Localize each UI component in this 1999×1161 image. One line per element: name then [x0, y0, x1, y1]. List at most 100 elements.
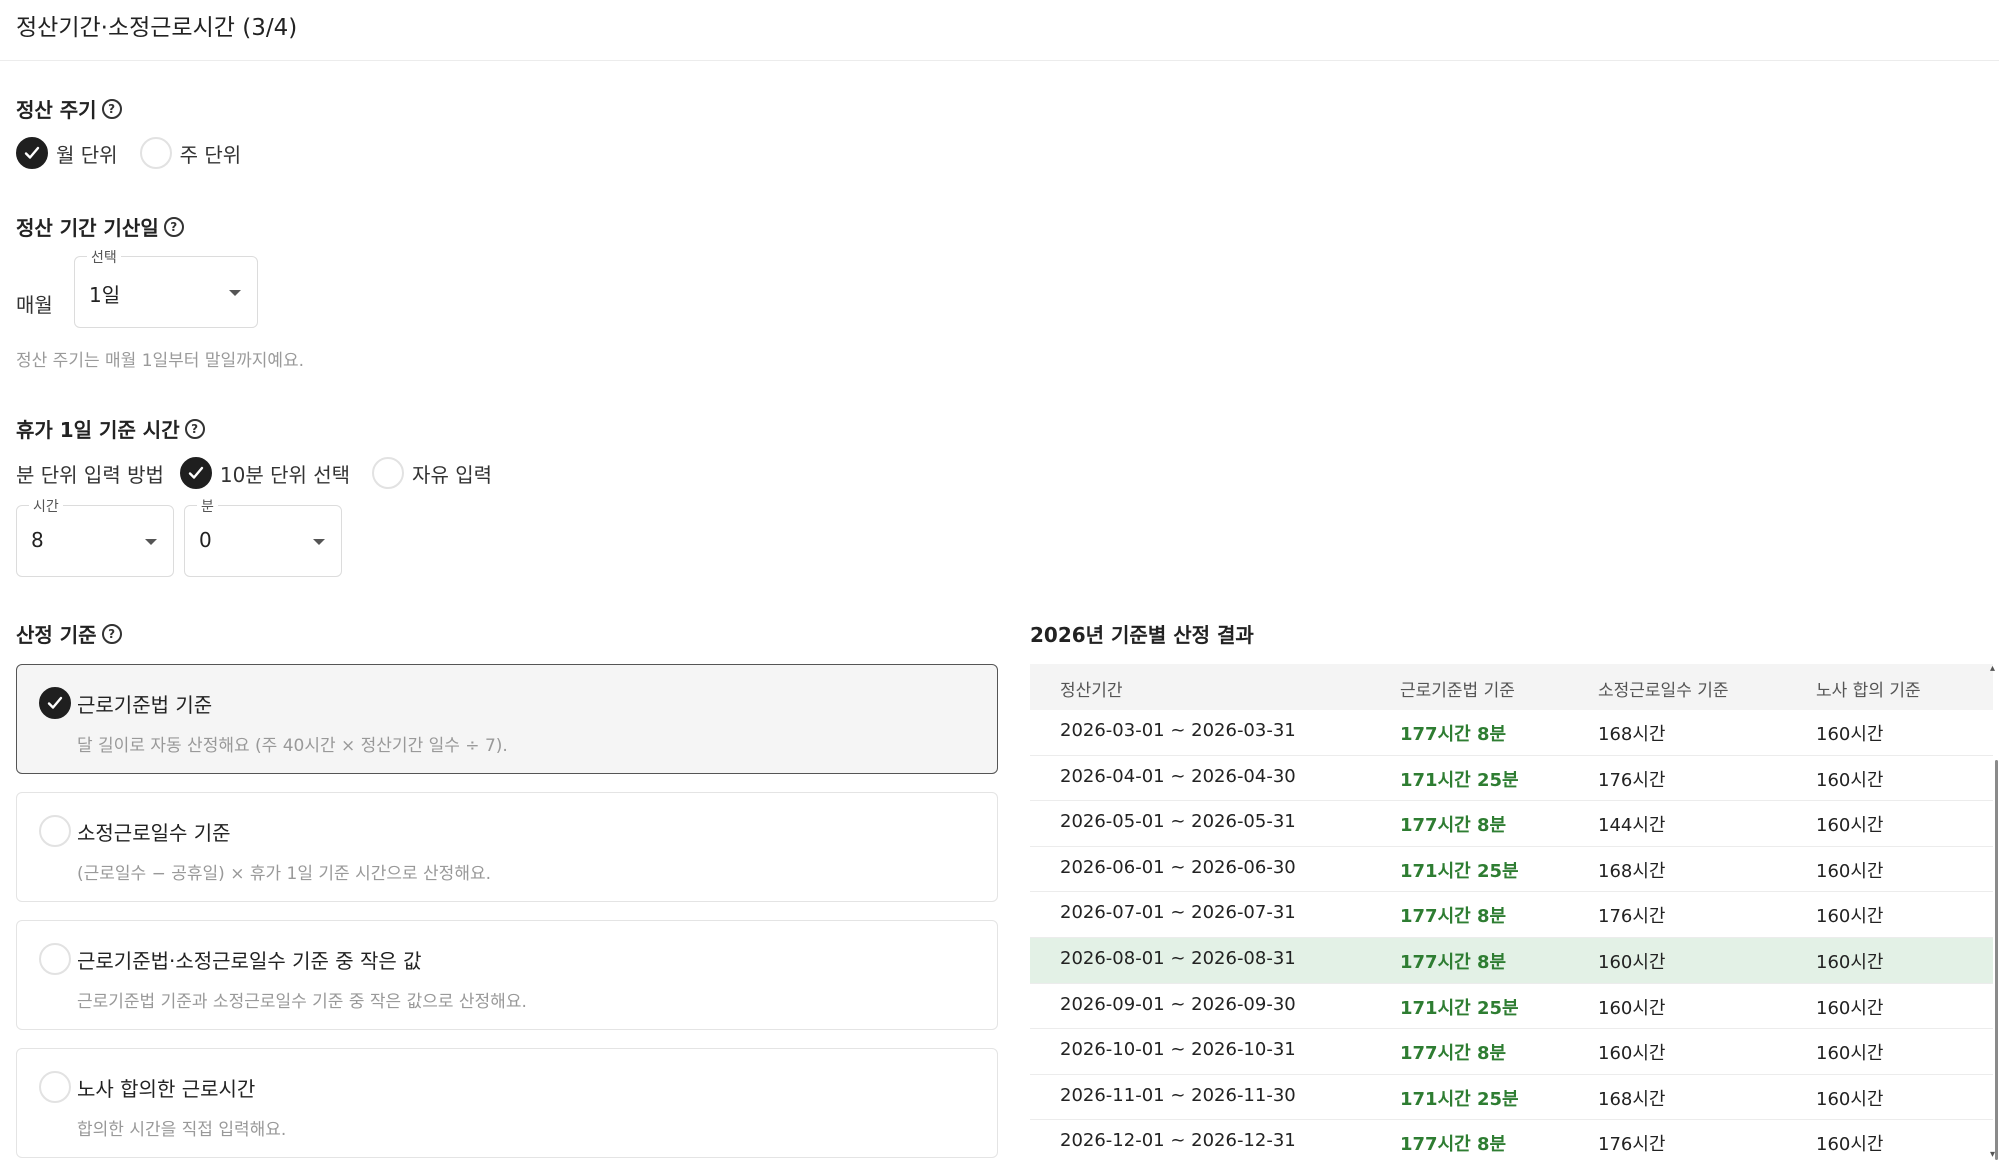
check-icon: [24, 146, 40, 159]
radio-free-input[interactable]: [372, 457, 405, 489]
settlement-cycle-title: 정산 주기 ?: [16, 94, 122, 123]
hour-select-value: 8: [31, 528, 44, 552]
cell-workdays: 176시간: [1598, 1134, 1666, 1156]
calc-option-min-value[interactable]: 근로기준법·소정근로일수 기준 중 작은 값 근로기준법 기준과 소정근로일수 …: [16, 920, 998, 1030]
calc-option-desc: 달 길이로 자동 산정해요 (주 40시간 × 정산기간 일수 ÷ 7).: [77, 736, 508, 756]
page-header: 정산기간·소정근로시간 (3/4): [0, 0, 1999, 61]
cell-labor-law: 177시간 8분: [1400, 1043, 1507, 1065]
cell-labor-law: 177시간 8분: [1400, 1134, 1507, 1156]
cell-period: 2026-06-01 ~ 2026-06-30: [1060, 856, 1296, 878]
radio-monthly[interactable]: [16, 137, 48, 169]
cell-agreement: 160시간: [1816, 906, 1884, 928]
results-title: 2026년 기준별 산정 결과: [1030, 623, 1254, 647]
table-row-highlighted: 2026-08-01 ~ 2026-08-31 177시간 8분 160시간 1…: [1030, 937, 1993, 984]
cell-workdays: 176시간: [1598, 906, 1666, 928]
cell-period: 2026-07-01 ~ 2026-07-31: [1060, 902, 1296, 924]
start-day-title-text: 정산 기간 기산일: [16, 216, 159, 240]
table-row: 2026-10-01 ~ 2026-10-31 177시간 8분 160시간 1…: [1030, 1029, 1993, 1075]
column-header: 노사 합의 기준: [1816, 681, 1921, 701]
table-row: 2026-11-01 ~ 2026-11-30 171시간 25분 168시간 …: [1030, 1075, 1993, 1121]
check-icon: [47, 696, 63, 709]
calc-basis-title-text: 산정 기준: [16, 623, 97, 647]
cell-labor-law: 171시간 25분: [1400, 769, 1519, 791]
caret-down-icon: [313, 539, 325, 545]
table-row: 2026-05-01 ~ 2026-05-31 177시간 8분 144시간 1…: [1030, 801, 1993, 847]
cell-period: 2026-10-01 ~ 2026-10-31: [1060, 1039, 1296, 1061]
start-day-prefix: 매월: [16, 293, 53, 317]
cell-agreement: 160시간: [1816, 724, 1884, 745]
help-icon[interactable]: ?: [184, 418, 205, 439]
calc-basis-title: 산정 기준 ?: [16, 619, 122, 648]
help-icon[interactable]: ?: [101, 623, 122, 644]
calc-option-title: 근로기준법 기준: [77, 693, 213, 717]
minute-select-value: 0: [199, 528, 212, 552]
scroll-down-icon[interactable]: ▾: [1990, 1150, 1999, 1160]
start-day-title: 정산 기간 기산일 ?: [16, 212, 184, 241]
table-row: 2026-03-01 ~ 2026-03-31 177시간 8분 168시간 1…: [1030, 710, 1993, 756]
help-icon[interactable]: ?: [101, 98, 122, 119]
cell-period: 2026-09-01 ~ 2026-09-30: [1060, 993, 1296, 1015]
cell-agreement: 160시간: [1816, 1134, 1884, 1156]
radio-monthly-label[interactable]: 월 단위: [56, 139, 118, 168]
cell-agreement: 160시간: [1816, 860, 1884, 882]
hour-select[interactable]: 시간 8: [16, 496, 174, 577]
cell-period: 2026-12-01 ~ 2026-12-31: [1060, 1130, 1296, 1152]
scroll-up-icon[interactable]: ▴: [1990, 664, 1999, 674]
help-icon[interactable]: ?: [163, 216, 184, 237]
cell-labor-law: 177시간 8분: [1400, 906, 1507, 928]
cell-workdays: 176시간: [1598, 769, 1666, 791]
cell-workdays: 160시간: [1598, 997, 1666, 1019]
cell-labor-law: 171시간 25분: [1400, 997, 1519, 1019]
cell-agreement: 160시간: [1816, 1043, 1884, 1065]
calc-option-agreement[interactable]: 노사 합의한 근로시간 합의한 시간을 직접 입력해요.: [16, 1048, 998, 1158]
cell-period: 2026-05-01 ~ 2026-05-31: [1060, 811, 1296, 833]
minute-select[interactable]: 분 0: [184, 496, 342, 577]
calc-option-radio[interactable]: [39, 943, 71, 975]
check-icon: [188, 466, 204, 479]
input-method-label: 분 단위 입력 방법: [16, 462, 164, 487]
start-day-select[interactable]: 선택 1일: [74, 247, 258, 328]
settlement-cycle-radio-group: 월 단위 주 단위: [16, 137, 263, 169]
results-table: 정산기간 근로기준법 기준 소정근로일수 기준 노사 합의 기준 2026-03…: [1030, 664, 1993, 1161]
radio-free-input-label[interactable]: 자유 입력: [412, 459, 492, 488]
calc-option-workdays[interactable]: 소정근로일수 기준 (근로일수 − 공휴일) × 휴가 1일 기준 시간으로 산…: [16, 792, 998, 902]
cell-labor-law: 177시간 8분: [1400, 815, 1507, 837]
start-day-select-legend: 선택: [87, 247, 121, 267]
radio-weekly-label[interactable]: 주 단위: [180, 139, 242, 168]
start-day-select-value: 1일: [89, 283, 121, 307]
cell-agreement: 160시간: [1816, 769, 1884, 791]
table-row: 2026-06-01 ~ 2026-06-30 171시간 25분 168시간 …: [1030, 847, 1993, 893]
leave-hours-title-text: 휴가 1일 기준 시간: [16, 418, 180, 442]
column-header: 소정근로일수 기준: [1598, 681, 1729, 701]
cell-period: 2026-08-01 ~ 2026-08-31: [1060, 947, 1296, 969]
cell-workdays: 160시간: [1598, 951, 1666, 973]
radio-10min-select-label[interactable]: 10분 단위 선택: [220, 459, 350, 488]
column-header: 정산기간: [1060, 681, 1123, 701]
cell-period: 2026-03-01 ~ 2026-03-31: [1060, 720, 1296, 741]
cell-labor-law: 171시간 25분: [1400, 1088, 1519, 1110]
table-row: 2026-09-01 ~ 2026-09-30 171시간 25분 160시간 …: [1030, 984, 1993, 1030]
calc-option-radio[interactable]: [39, 815, 71, 847]
table-row: 2026-04-01 ~ 2026-04-30 171시간 25분 176시간 …: [1030, 756, 1993, 802]
calc-option-desc: (근로일수 − 공휴일) × 휴가 1일 기준 시간으로 산정해요.: [77, 864, 492, 884]
input-method-radio-group: 분 단위 입력 방법 10분 단위 선택 자유 입력: [16, 457, 514, 489]
cell-labor-law: 177시간 8분: [1400, 951, 1507, 973]
cell-labor-law: 177시간 8분: [1400, 724, 1507, 745]
calc-option-labor-law[interactable]: 근로기준법 기준 달 길이로 자동 산정해요 (주 40시간 × 정산기간 일수…: [16, 664, 998, 774]
leave-hours-title: 휴가 1일 기준 시간 ?: [16, 414, 205, 443]
cell-workdays: 168시간: [1598, 724, 1666, 745]
scrollbar-thumb[interactable]: [1995, 760, 1998, 1160]
radio-10min-select[interactable]: [179, 457, 212, 489]
cell-workdays: 168시간: [1598, 860, 1666, 882]
calc-option-radio[interactable]: [39, 687, 71, 719]
calc-option-radio[interactable]: [39, 1071, 71, 1103]
radio-weekly[interactable]: [139, 137, 172, 169]
calc-option-title: 근로기준법·소정근로일수 기준 중 작은 값: [77, 949, 422, 973]
cell-agreement: 160시간: [1816, 997, 1884, 1019]
cell-agreement: 160시간: [1816, 1088, 1884, 1110]
minute-select-legend: 분: [197, 496, 218, 516]
hour-select-legend: 시간: [29, 496, 63, 516]
calc-option-title: 노사 합의한 근로시간: [77, 1077, 256, 1101]
calc-option-title: 소정근로일수 기준: [77, 821, 231, 845]
settlement-cycle-title-text: 정산 주기: [16, 98, 97, 122]
